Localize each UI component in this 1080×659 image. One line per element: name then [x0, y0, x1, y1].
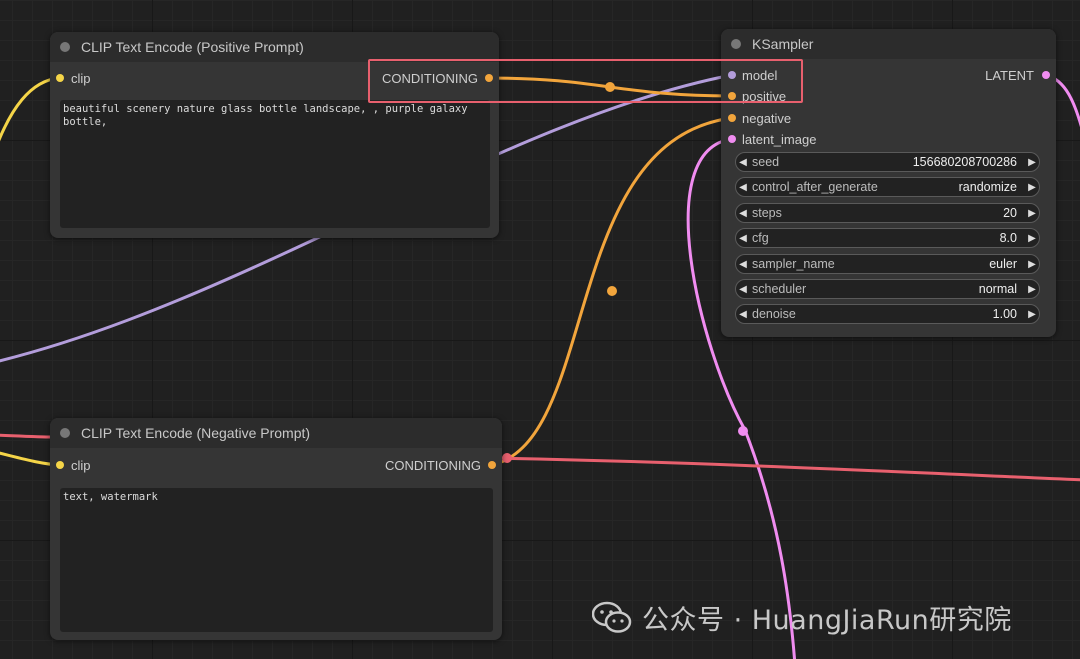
slot-label: clip: [71, 70, 91, 86]
link-red[interactable]: [491, 456, 1080, 482]
slot-label: negative: [742, 110, 792, 126]
prompt-textarea[interactable]: beautiful scenery nature glass bottle la…: [60, 100, 490, 228]
watermark-text: 公众号 · HuangJiaRun研究院: [642, 605, 1012, 636]
widget-value: 1.00: [992, 307, 1017, 321]
output-slot-conditioning[interactable]: CONDITIONING: [385, 455, 496, 475]
increment-arrow-icon[interactable]: ▶: [1025, 233, 1039, 244]
node-header[interactable]: KSampler: [721, 29, 1056, 59]
widget-label: control_after_generate: [752, 180, 878, 194]
node-header[interactable]: CLIP Text Encode (Positive Prompt): [50, 32, 499, 62]
link-red-left[interactable]: [0, 433, 53, 439]
clip-text-encode-negative-node[interactable]: CLIP Text Encode (Negative Prompt) clip …: [50, 418, 502, 640]
decrement-arrow-icon[interactable]: ◀: [736, 233, 750, 244]
increment-arrow-icon[interactable]: ▶: [1025, 182, 1039, 193]
latent-slot-dot-icon[interactable]: [728, 135, 736, 143]
slot-label: latent_image: [742, 131, 817, 147]
widget-label: sampler_name: [752, 257, 835, 271]
clip-slot-dot-icon[interactable]: [56, 461, 64, 469]
widget-label: cfg: [752, 231, 769, 245]
prompt-textarea[interactable]: text, watermark: [60, 488, 493, 632]
widget-cfg[interactable]: ◀ cfg 8.0 ▶: [735, 228, 1040, 248]
wechat-icon: [592, 601, 632, 633]
increment-arrow-icon[interactable]: ▶: [1025, 284, 1039, 295]
negative-slot-dot-icon[interactable]: [728, 114, 736, 122]
watermark: 公众号 · HuangJiaRun研究院: [592, 598, 1012, 637]
widget-control-after-generate[interactable]: ◀ control_after_generate randomize ▶: [735, 177, 1040, 197]
widget-value: euler: [989, 257, 1017, 271]
collapse-icon[interactable]: [731, 39, 741, 49]
slot-label: LATENT: [985, 67, 1034, 83]
widget-value: 20: [1003, 206, 1017, 220]
link-midpoint[interactable]: [738, 426, 748, 436]
increment-arrow-icon[interactable]: ▶: [1025, 157, 1039, 168]
clip-slot-dot-icon[interactable]: [56, 74, 64, 82]
link-midpoint[interactable]: [607, 286, 617, 296]
increment-arrow-icon[interactable]: ▶: [1025, 208, 1039, 219]
widget-value: 8.0: [999, 231, 1017, 245]
node-title: KSampler: [752, 36, 814, 52]
increment-arrow-icon[interactable]: ▶: [1025, 309, 1039, 320]
decrement-arrow-icon[interactable]: ◀: [736, 284, 750, 295]
widget-label: scheduler: [752, 282, 807, 296]
collapse-icon[interactable]: [60, 42, 70, 52]
decrement-arrow-icon[interactable]: ◀: [736, 157, 750, 168]
widget-label: denoise: [752, 307, 796, 321]
widget-value: randomize: [958, 180, 1017, 194]
widget-seed[interactable]: ◀ seed 156680208700286 ▶: [735, 152, 1040, 172]
widget-label: steps: [752, 206, 782, 220]
conditioning-slot-dot-icon[interactable]: [488, 461, 496, 469]
input-slot-negative[interactable]: negative: [728, 108, 791, 128]
latent-output-dot-icon[interactable]: [1042, 71, 1050, 79]
output-slot-latent[interactable]: LATENT: [985, 65, 1050, 85]
decrement-arrow-icon[interactable]: ◀: [736, 259, 750, 270]
slot-label: clip: [71, 457, 91, 473]
widget-value: normal: [978, 282, 1017, 296]
slot-label: CONDITIONING: [384, 457, 481, 473]
input-slot-clip[interactable]: clip: [56, 455, 91, 475]
widget-scheduler[interactable]: ◀ scheduler normal ▶: [735, 279, 1040, 299]
input-slot-clip[interactable]: clip: [56, 68, 91, 88]
collapse-icon[interactable]: [60, 428, 70, 438]
increment-arrow-icon[interactable]: ▶: [1025, 259, 1039, 270]
widget-denoise[interactable]: ◀ denoise 1.00 ▶: [735, 304, 1040, 324]
decrement-arrow-icon[interactable]: ◀: [736, 182, 750, 193]
widget-value: 156680208700286: [912, 155, 1017, 169]
decrement-arrow-icon[interactable]: ◀: [736, 309, 750, 320]
highlight-annotation-box: [368, 59, 803, 103]
input-slot-latent-image[interactable]: latent_image: [728, 129, 816, 149]
node-header[interactable]: CLIP Text Encode (Negative Prompt): [50, 418, 502, 448]
decrement-arrow-icon[interactable]: ◀: [736, 208, 750, 219]
widget-sampler-name[interactable]: ◀ sampler_name euler ▶: [735, 254, 1040, 274]
widget-steps[interactable]: ◀ steps 20 ▶: [735, 203, 1040, 223]
node-title: CLIP Text Encode (Negative Prompt): [81, 425, 311, 441]
widget-label: seed: [752, 155, 780, 169]
node-title: CLIP Text Encode (Positive Prompt): [81, 39, 304, 55]
link-midpoint[interactable]: [502, 453, 512, 463]
graph-canvas[interactable]: CLIP Text Encode (Positive Prompt) clip …: [0, 0, 1080, 659]
